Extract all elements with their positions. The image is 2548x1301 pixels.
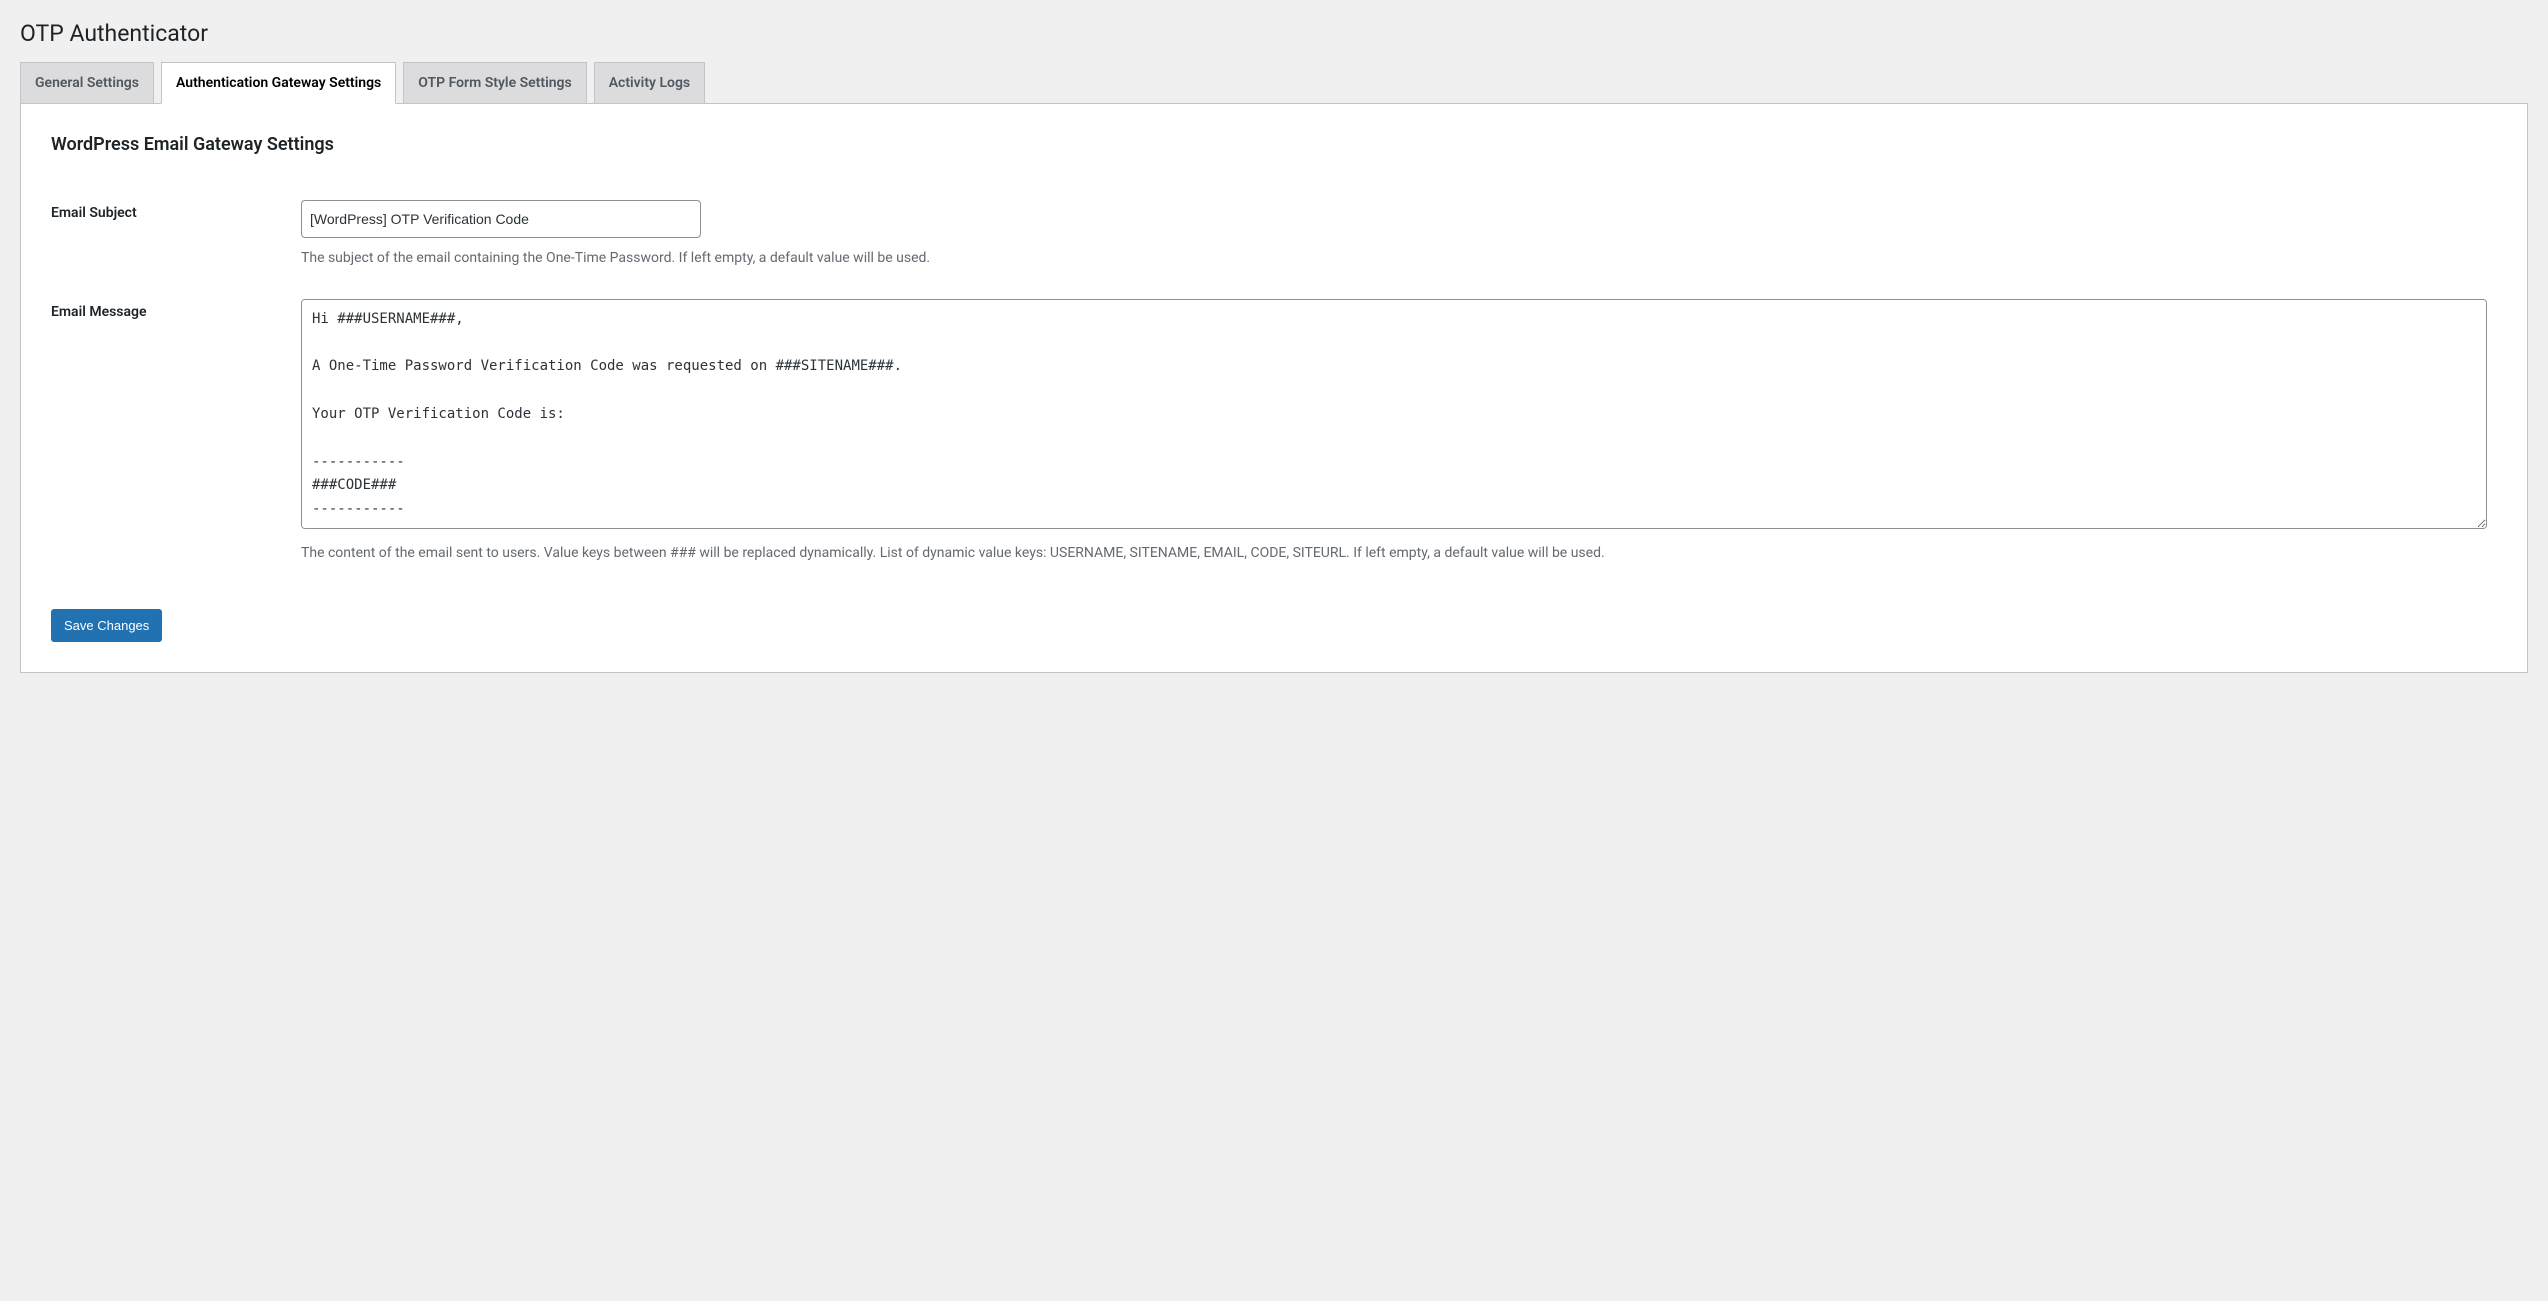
- tab-activity-logs[interactable]: Activity Logs: [594, 62, 705, 103]
- row-email-subject: Email Subject The subject of the email c…: [51, 185, 2497, 284]
- save-changes-button[interactable]: Save Changes: [51, 609, 162, 643]
- email-message-textarea[interactable]: Hi ###USERNAME###, A One-Time Password V…: [301, 299, 2487, 529]
- label-email-subject: Email Subject: [51, 185, 291, 284]
- tabs-nav: General Settings Authentication Gateway …: [20, 53, 2528, 104]
- email-subject-description: The subject of the email containing the …: [301, 248, 2487, 269]
- email-subject-input[interactable]: [301, 200, 701, 238]
- tab-general-settings[interactable]: General Settings: [20, 62, 154, 103]
- label-email-message: Email Message: [51, 284, 291, 579]
- form-table: Email Subject The subject of the email c…: [51, 185, 2497, 579]
- row-email-message: Email Message Hi ###USERNAME###, A One-T…: [51, 284, 2497, 579]
- tab-authentication-gateway-settings[interactable]: Authentication Gateway Settings: [161, 62, 396, 104]
- submit-row: Save Changes: [51, 609, 2497, 643]
- page-title: OTP Authenticator: [20, 10, 2528, 53]
- tab-otp-form-style-settings[interactable]: OTP Form Style Settings: [403, 62, 586, 103]
- settings-panel: WordPress Email Gateway Settings Email S…: [20, 104, 2528, 674]
- section-heading: WordPress Email Gateway Settings: [51, 134, 2497, 155]
- email-message-description: The content of the email sent to users. …: [301, 543, 2487, 564]
